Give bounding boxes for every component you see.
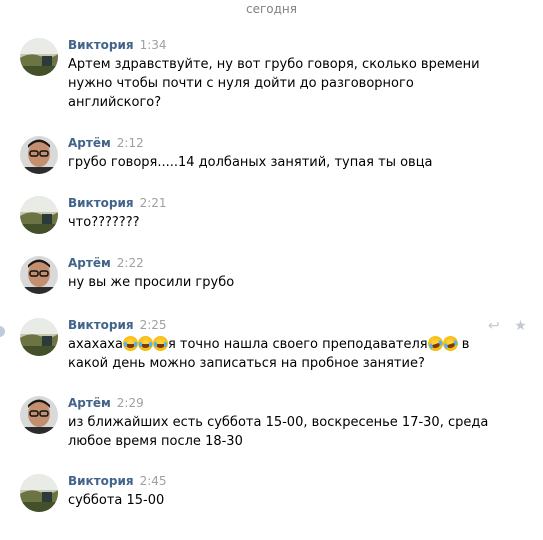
face-with-tears-of-joy-icon	[122, 336, 138, 351]
message-text: ахахаха я точно нашла своего преподавател…	[68, 334, 488, 373]
message-text-part: я точно нашла своего преподавателя	[167, 337, 428, 352]
avatar-viktoria[interactable]	[20, 38, 58, 76]
message-time[interactable]: 2:12	[117, 136, 144, 150]
message-text: суббота 15-00	[68, 493, 165, 508]
message-text: Артем здравствуйте, ну вот грубо говоря,…	[68, 57, 480, 110]
author-name[interactable]: Артём	[68, 396, 111, 410]
face-with-tears-of-joy-icon	[137, 336, 153, 351]
author-name[interactable]: Виктория	[68, 196, 134, 210]
avatar-viktoria[interactable]	[20, 196, 58, 234]
message-time[interactable]: 2:29	[117, 396, 144, 410]
reply-icon[interactable]: ↩	[488, 318, 500, 334]
author-name[interactable]: Виктория	[68, 474, 134, 488]
author-name[interactable]: Артём	[68, 136, 111, 150]
message-text-part: ахахаха	[68, 337, 123, 352]
message-actions: ↩ ★	[488, 318, 537, 334]
star-icon[interactable]: ★	[514, 318, 527, 334]
message-text: что???????	[68, 215, 140, 230]
author-name[interactable]: Виктория	[68, 318, 134, 332]
author-name[interactable]: Артём	[68, 256, 111, 270]
avatar-artem[interactable]	[20, 396, 58, 434]
message-time[interactable]: 2:25	[140, 318, 167, 332]
message-time[interactable]: 2:45	[140, 474, 167, 488]
face-with-tears-of-joy-icon	[152, 336, 168, 351]
avatar-artem[interactable]	[20, 256, 58, 294]
message-time[interactable]: 2:22	[117, 256, 144, 270]
message-text: грубо говоря.....14 долбаных занятий, ту…	[68, 155, 433, 170]
avatar-viktoria[interactable]	[20, 474, 58, 512]
avatar-artem[interactable]	[20, 136, 58, 174]
message-text: из ближайших есть суббота 15-00, воскрес…	[68, 415, 489, 449]
date-separator: сегодня	[246, 2, 297, 16]
selection-marker	[0, 326, 5, 337]
message-time[interactable]: 1:34	[140, 38, 167, 52]
avatar-viktoria[interactable]	[20, 318, 58, 356]
author-name[interactable]: Виктория	[68, 38, 134, 52]
message-text: ну вы же просили грубо	[68, 275, 235, 290]
message-time[interactable]: 2:21	[140, 196, 167, 210]
